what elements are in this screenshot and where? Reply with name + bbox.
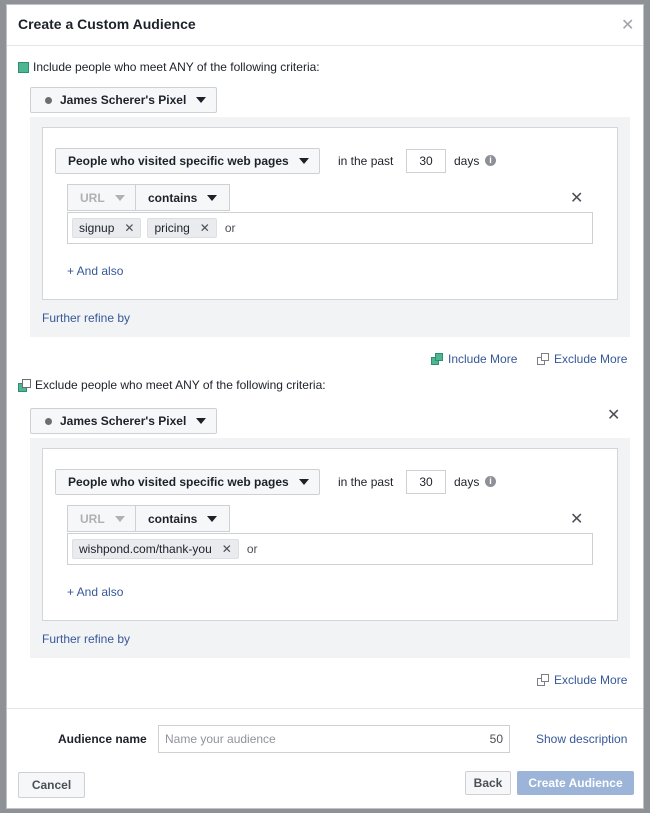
- exclude-in-the-past: in the past: [338, 475, 394, 489]
- exclude-and-also-link[interactable]: + And also: [67, 585, 123, 599]
- exclude-more-label: Exclude More: [554, 352, 628, 366]
- remove-token-icon[interactable]: ✕: [200, 221, 210, 235]
- show-description-link[interactable]: Show description: [536, 732, 627, 746]
- url-token: pricing ✕: [147, 218, 217, 238]
- include-event-select[interactable]: People who visited specific web pages: [55, 148, 320, 174]
- chevron-down-icon: [207, 194, 218, 201]
- exclude-square-icon: [18, 378, 31, 392]
- audience-name-label: Audience name: [58, 732, 147, 746]
- url-token-label: wishpond.com/thank-you: [79, 542, 212, 556]
- include-url-token-field[interactable]: signup ✕ pricing ✕ or: [67, 212, 593, 244]
- remove-rule-icon[interactable]: ✕: [570, 512, 583, 528]
- info-icon[interactable]: i: [485, 476, 496, 487]
- modal-header: Create a Custom Audience ✕: [7, 5, 643, 46]
- include-more-label: Include More: [448, 352, 518, 366]
- include-pixel-label: James Scherer's Pixel: [60, 93, 187, 107]
- pixel-dot-icon: [45, 417, 52, 425]
- exclude-more-icon: [537, 353, 549, 365]
- include-square-icon: [18, 61, 29, 73]
- chevron-down-icon: [114, 515, 125, 522]
- cancel-button[interactable]: Cancel: [18, 772, 85, 798]
- remove-token-icon[interactable]: ✕: [124, 221, 134, 235]
- include-operator-select[interactable]: contains: [135, 184, 230, 211]
- remove-exclude-icon[interactable]: ✕: [607, 408, 620, 424]
- exclude-event-select[interactable]: People who visited specific web pages: [55, 469, 320, 495]
- audience-name-placeholder: Name your audience: [165, 732, 276, 746]
- url-token: signup ✕: [72, 218, 142, 238]
- chevron-down-icon: [196, 418, 207, 424]
- exclude-criteria-text: Exclude people who meet ANY of the follo…: [35, 378, 326, 392]
- exclude-operator-select[interactable]: contains: [135, 505, 230, 532]
- exclude-pixel-label: James Scherer's Pixel: [60, 414, 187, 428]
- remove-token-icon[interactable]: ✕: [222, 542, 232, 556]
- include-more-icon: [431, 353, 443, 365]
- exclude-url-select[interactable]: URL: [67, 505, 136, 532]
- exclude-more-button-bottom[interactable]: Exclude More: [537, 673, 627, 687]
- chevron-down-icon: [298, 479, 309, 485]
- include-url-label: URL: [80, 190, 105, 205]
- include-more-button[interactable]: Include More: [431, 352, 517, 366]
- or-label: or: [246, 542, 258, 556]
- url-token: wishpond.com/thank-you ✕: [72, 539, 239, 559]
- exclude-criteria-line: Exclude people who meet ANY of the follo…: [18, 378, 326, 392]
- url-token-label: signup: [79, 221, 115, 235]
- close-icon[interactable]: ✕: [621, 18, 634, 34]
- info-icon[interactable]: i: [485, 155, 496, 166]
- remove-rule-icon[interactable]: ✕: [570, 191, 583, 207]
- exclude-days-input[interactable]: 30: [406, 470, 446, 494]
- exclude-operator-label: contains: [148, 511, 198, 526]
- chevron-down-icon: [298, 158, 309, 164]
- include-in-the-past: in the past: [338, 154, 394, 168]
- url-token-label: pricing: [154, 221, 190, 235]
- footer-divider: [7, 708, 643, 709]
- exclude-event-label: People who visited specific web pages: [68, 475, 289, 489]
- include-days-label: days: [454, 154, 480, 168]
- exclude-more-label: Exclude More: [554, 673, 628, 687]
- include-further-refine-link[interactable]: Further refine by: [42, 311, 130, 325]
- include-pixel-select[interactable]: James Scherer's Pixel: [30, 87, 218, 113]
- exclude-url-label: URL: [80, 511, 105, 526]
- include-and-also-link[interactable]: + And also: [67, 264, 123, 278]
- exclude-pixel-select[interactable]: James Scherer's Pixel: [30, 408, 218, 434]
- chevron-down-icon: [207, 515, 218, 522]
- create-audience-button[interactable]: Create Audience: [517, 771, 634, 795]
- modal-title: Create a Custom Audience: [18, 16, 196, 32]
- include-criteria-text: Include people who meet ANY of the follo…: [33, 60, 320, 74]
- exclude-more-button[interactable]: Exclude More: [537, 352, 627, 366]
- include-url-select[interactable]: URL: [67, 184, 136, 211]
- back-button[interactable]: Back: [465, 771, 511, 795]
- create-audience-modal: Create a Custom Audience ✕ Include peopl…: [6, 4, 644, 809]
- char-count: 50: [489, 732, 503, 746]
- exclude-days-label: days: [454, 475, 480, 489]
- chevron-down-icon: [114, 194, 125, 201]
- exclude-url-token-field[interactable]: wishpond.com/thank-you ✕ or: [67, 533, 593, 565]
- include-criteria-line: Include people who meet ANY of the follo…: [18, 60, 320, 74]
- chevron-down-icon: [196, 97, 207, 103]
- include-event-label: People who visited specific web pages: [68, 154, 289, 168]
- or-label: or: [224, 221, 236, 235]
- pixel-dot-icon: [45, 96, 52, 104]
- exclude-more-icon: [537, 674, 549, 686]
- exclude-further-refine-link[interactable]: Further refine by: [42, 632, 130, 646]
- include-days-input[interactable]: 30: [406, 149, 446, 173]
- include-operator-label: contains: [148, 190, 198, 205]
- audience-name-input[interactable]: Name your audience 50: [158, 725, 510, 753]
